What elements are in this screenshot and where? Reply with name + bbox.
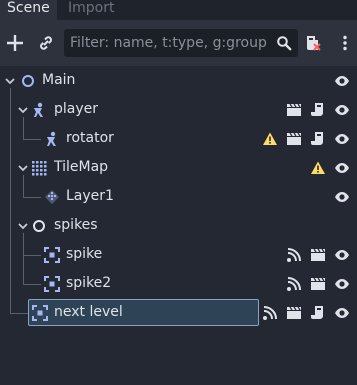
warning-icon[interactable] [262,131,278,147]
chevron-down-icon[interactable] [17,104,29,116]
script-icon[interactable] [310,305,326,321]
link-icon [40,36,52,50]
dock-tab-bar: Scene Import [0,0,357,20]
clapperboard-icon[interactable] [286,131,302,147]
node2d-icon [22,75,34,87]
tree-row-player[interactable]: player [0,96,357,125]
area2d-icon [44,247,60,263]
script-remove-icon [307,36,321,51]
signal-icon[interactable] [286,247,302,263]
clapperboard-icon[interactable] [310,247,326,263]
eye-icon[interactable] [334,160,350,176]
chevron-down-icon[interactable] [17,220,29,232]
eye-icon[interactable] [334,189,350,205]
eye-icon[interactable] [334,276,350,292]
signal-icon[interactable] [262,305,278,321]
eye-icon[interactable] [334,305,350,321]
tree-row-spike[interactable]: spike [0,241,357,270]
area2d-icon [32,305,48,321]
node-icon [33,220,45,232]
character-body-icon [34,102,43,117]
signal-icon[interactable] [286,276,302,292]
search-icon [277,36,292,51]
eye-icon[interactable] [334,73,350,89]
tree-row-next-level[interactable]: next level [0,299,357,328]
character-body-icon [47,131,56,146]
add-node-button[interactable] [2,30,28,56]
eye-icon[interactable] [334,131,350,147]
detach-script-button[interactable] [300,30,326,56]
clapperboard-icon[interactable] [286,102,302,118]
tilemap-layer-icon [45,190,59,204]
script-icon[interactable] [310,102,326,118]
tab-import[interactable]: Import [57,0,127,20]
tab-scene[interactable]: Scene [0,0,57,20]
scene-tree: Main player rotator TileMap Layer1 spike… [0,66,357,385]
eye-icon[interactable] [334,247,350,263]
script-icon[interactable] [310,131,326,147]
node-label: next level [54,304,123,320]
node-label: spike [66,246,103,262]
filter-input[interactable] [70,29,272,57]
eye-icon[interactable] [334,102,350,118]
tree-row-spike2[interactable]: spike2 [0,270,357,299]
node-label: player [54,101,99,117]
clapperboard-icon[interactable] [286,305,302,321]
chevron-down-icon[interactable] [4,75,16,87]
tree-row-tilemap[interactable]: TileMap [0,154,357,183]
tree-row-rotator[interactable]: rotator [0,125,357,154]
node-label: Main [42,72,76,88]
clapperboard-icon[interactable] [310,276,326,292]
node-label: rotator [66,130,114,146]
scene-options-button[interactable] [332,30,357,56]
vertical-dots-icon [343,35,347,51]
area2d-icon [44,276,60,292]
tree-row-main[interactable]: Main [0,67,357,96]
node-label: TileMap [54,159,109,175]
filter-field[interactable] [64,29,298,57]
plus-icon [7,35,23,51]
instantiate-scene-button[interactable] [33,30,59,56]
tree-row-layer1[interactable]: Layer1 [0,183,357,212]
chevron-down-icon[interactable] [17,162,29,174]
scene-toolbar [0,20,357,66]
node-label: spike2 [66,275,112,291]
tilemap-icon [32,161,47,176]
node-label: spikes [54,217,98,233]
node-label: Layer1 [66,188,114,204]
tree-row-spikes[interactable]: spikes [0,212,357,241]
warning-icon[interactable] [310,160,326,176]
